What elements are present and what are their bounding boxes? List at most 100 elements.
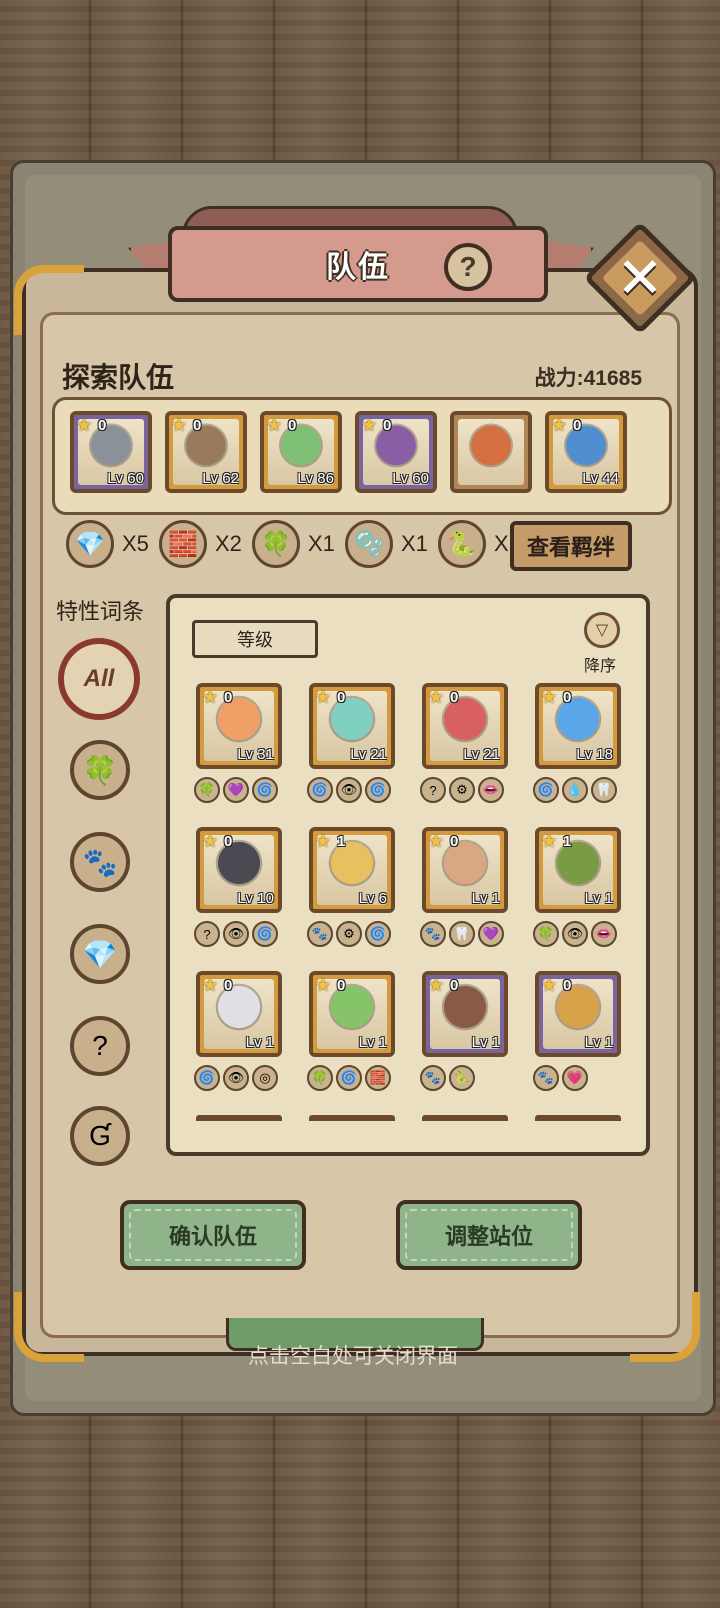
team-member-slot[interactable]: ★ 0 Lv 60	[355, 411, 437, 493]
bond-count: X1	[401, 531, 428, 556]
star-count: 0	[337, 689, 346, 706]
roster-character-card[interactable]: ★ 0 Lv 1	[196, 971, 282, 1057]
trait-icon: 💗	[562, 1065, 588, 1091]
bond-count: X1	[308, 531, 335, 556]
trait-icon: 🧱	[365, 1065, 391, 1091]
trait-icon: ⚙	[336, 921, 362, 947]
trait-icon: ?	[194, 921, 220, 947]
roster-character-card[interactable]: ★ 0 Lv 21	[309, 683, 395, 769]
confirm-team-button[interactable]: 确认队伍	[120, 1200, 306, 1270]
team-member-slot[interactable]: ★ 0 Lv 62	[165, 411, 247, 493]
star-count: 0	[193, 417, 202, 434]
star-icon: ★	[202, 975, 219, 995]
roster-character-card[interactable]: ★ 0 Lv 1	[535, 971, 621, 1057]
star-icon: ★	[76, 415, 93, 435]
trait-icon: 🍀	[533, 921, 559, 947]
team-member-slot[interactable]: ★ 0 Lv 86	[260, 411, 342, 493]
question-icon: ?	[92, 1030, 108, 1061]
trait-icon: 👄	[478, 777, 504, 803]
star-icon: ★	[551, 415, 568, 435]
filter-all[interactable]: All	[58, 638, 140, 720]
roster-character-card[interactable]: ★ 1 Lv 1	[535, 827, 621, 913]
trait-icon: 💜	[223, 777, 249, 803]
leaf-icon[interactable]: 🍀	[252, 520, 300, 568]
roster-character-card[interactable]: ★ 0 Lv 10	[196, 827, 282, 913]
filter-question[interactable]: ?	[70, 1016, 130, 1076]
question-icon: ?	[459, 251, 477, 282]
filter-paw[interactable]: 🐾	[70, 832, 130, 892]
level-label: Lv 1	[245, 1034, 274, 1051]
roster-character-card[interactable]: ★ 0 Lv 1	[422, 971, 508, 1057]
roster-card-partial	[309, 1115, 395, 1121]
level-label: Lv 21	[463, 746, 500, 763]
trait-icon: 🍀	[194, 777, 220, 803]
star-icon: ★	[361, 415, 378, 435]
level-label: Lv 62	[202, 470, 239, 487]
trait-icon: ◎	[252, 1065, 278, 1091]
team-member-slot[interactable]: ★ 0 Lv 44	[545, 411, 627, 493]
star-icon: ★	[315, 975, 332, 995]
slime-icon[interactable]: 🫧	[345, 520, 393, 568]
worm-icon[interactable]: 🐍	[438, 520, 486, 568]
star-count: 0	[288, 417, 297, 434]
star-icon: ★	[202, 687, 219, 707]
level-label: Lv 1	[471, 1034, 500, 1051]
trait-icon: 🌀	[336, 1065, 362, 1091]
level-label: Lv 6	[358, 890, 387, 907]
star-count: 0	[98, 417, 107, 434]
trait-icon: 👁	[562, 921, 588, 947]
roster-character-card[interactable]: ★ 0 Lv 31	[196, 683, 282, 769]
roster-character-card[interactable]: ★ 0 Lv 21	[422, 683, 508, 769]
star-icon: ★	[266, 415, 283, 435]
trait-icon: 👄	[591, 921, 617, 947]
close-hint: 点击空白处可关闭界面	[248, 1345, 458, 1368]
filter-crystal[interactable]: 💎	[70, 924, 130, 984]
filter-g-rune[interactable]: Ɠ	[70, 1106, 130, 1166]
star-icon: ★	[315, 687, 332, 707]
level-label: Lv 60	[392, 470, 429, 487]
close-x-icon[interactable]: ✕	[600, 238, 680, 318]
roster-card-partial	[422, 1115, 508, 1121]
star-icon: ★	[541, 831, 558, 851]
trait-icon: 🌀	[252, 777, 278, 803]
filter-leaf[interactable]: 🍀	[70, 740, 130, 800]
roster-character-card[interactable]: ★ 0 Lv 1	[309, 971, 395, 1057]
roster-character-card[interactable]: ★ 1 Lv 6	[309, 827, 395, 913]
trait-icon: 🌀	[307, 777, 333, 803]
trait-icon: 🌀	[365, 777, 391, 803]
roster-character-card[interactable]: ★ 0 Lv 18	[535, 683, 621, 769]
team-member-slot[interactable]	[450, 411, 532, 493]
star-icon: ★	[428, 975, 445, 995]
view-bonds-button[interactable]: 查看羁绊	[510, 521, 632, 571]
team-member-slot[interactable]: ★ 0 Lv 60	[70, 411, 152, 493]
trait-icon: 💜	[478, 921, 504, 947]
blocks-icon[interactable]: 🧱	[159, 520, 207, 568]
filter-title: 特性词条	[56, 599, 145, 624]
star-count: 0	[224, 833, 233, 850]
star-count: 0	[450, 833, 459, 850]
star-icon: ★	[428, 687, 445, 707]
sort-by-level-tab[interactable]: 等级	[192, 620, 318, 658]
sort-order-toggle[interactable]: ▽	[584, 612, 620, 648]
level-label: Lv 1	[584, 1034, 613, 1051]
bond-count: X2	[215, 531, 242, 556]
trait-icon: 👁	[336, 777, 362, 803]
adjust-position-button[interactable]: 调整站位	[396, 1200, 582, 1270]
trait-icon: 🐾	[533, 1065, 559, 1091]
help-button[interactable]: ?	[444, 243, 492, 291]
star-count: 0	[563, 689, 572, 706]
star-count: 0	[224, 977, 233, 994]
level-label: Lv 31	[237, 746, 274, 763]
character-portrait	[458, 419, 524, 485]
crystal-icon[interactable]: 💎	[66, 520, 114, 568]
level-label: Lv 86	[297, 470, 334, 487]
trait-icon: 🌀	[533, 777, 559, 803]
trait-icon: ?	[420, 777, 446, 803]
star-icon: ★	[315, 831, 332, 851]
triangle-down-icon: ▽	[595, 622, 609, 639]
star-count: 1	[337, 833, 346, 850]
roster-character-card[interactable]: ★ 0 Lv 1	[422, 827, 508, 913]
trait-icon: 🌀	[365, 921, 391, 947]
trait-icon: 🐾	[420, 921, 446, 947]
star-count: 0	[563, 977, 572, 994]
